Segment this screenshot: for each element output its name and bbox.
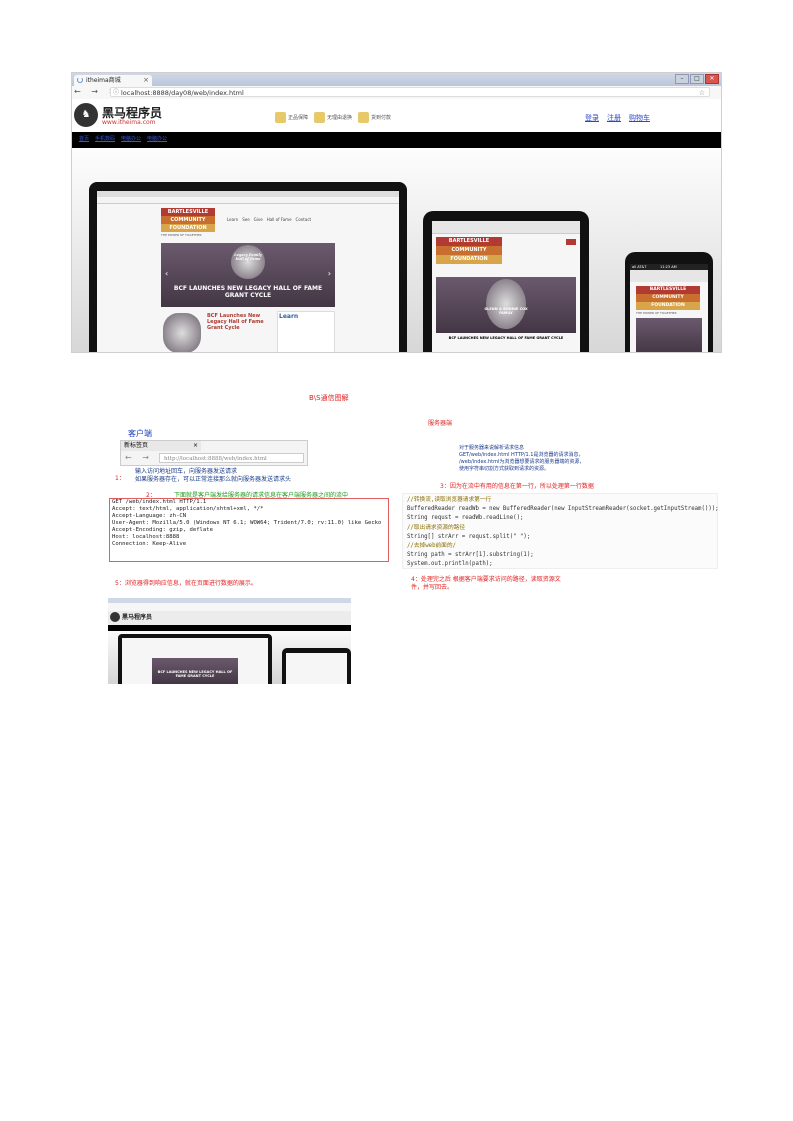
bcf-slider: Legacy Family Hall of Fame ‹ › BCF LAUNC… [161,243,335,307]
minimize-button[interactable]: – [675,74,689,84]
tablet-screen: BARTLESVILLE COMMUNITY FOUNDATION GLENN … [432,221,580,352]
user-links: 登录 注册 购物车 [585,113,650,123]
step3-text: 3：因为在流中有用的信息在第一行，所以处理第一行数据 [440,483,594,490]
menu-item-phones[interactable]: 手机数码 [95,135,115,142]
request-line: GET /web/index.html HTTP/1.1 [112,499,207,505]
cart-link[interactable]: 购物车 [629,113,650,123]
menu-item-office-2[interactable]: 电脑办公 [147,135,167,142]
small-address-bar[interactable]: http://localhost:8888/web/index.html [159,453,304,463]
badge-cod: 货到付款 [358,112,391,123]
login-link[interactable]: 登录 [585,113,599,123]
maximize-button[interactable]: □ [690,74,704,84]
request-line: Accept-Language: zh-CN [112,513,187,519]
grid-icon [358,112,370,123]
server-label: 服务器端 [428,420,453,427]
browser-screenshot-top: itheima商城 × – □ ✕ ← → ✕ ⓘ localhost:8888… [71,72,722,353]
hero-devices-image: BARTLESVILLE COMMUNITY FOUNDATION THE PO… [72,148,721,352]
browser-tab[interactable]: itheima商城 × [74,75,152,86]
server-code-box: //转换流,读取浏览器请求第一行 BufferedReader readWb =… [402,493,719,569]
code-line: BufferedReader readWb = new BufferedRead… [407,506,719,513]
step1-text: 输入访问地址回车，向服务器发送请求 如果服务器存在，可以正常连接那么就向服务器发… [135,468,292,483]
server-note: 对于服务器来说解析请求信息 GET/web/index.html HTTP/1.… [459,445,585,472]
service-badges: 正品保障 无理由退换 货到付款 [275,112,391,123]
award-image [163,313,201,352]
menu-item-office[interactable]: 电脑办公 [121,135,141,142]
web-page: ♞ 黑马程序员 www.itheima.com 正品保障 无理由退换 货到付款 … [72,99,721,352]
horse-logo-icon: ♞ [74,103,98,127]
register-link[interactable]: 注册 [607,113,621,123]
laptop-device: BARTLESVILLE COMMUNITY FOUNDATION THE PO… [89,182,407,352]
bcf-logo: BARTLESVILLE COMMUNITY FOUNDATION [161,208,215,232]
bcf-logo-phone: BARTLESVILLE COMMUNITY FOUNDATION [636,286,700,310]
shield-icon [314,112,326,123]
client-label: 客户端 [128,429,152,438]
slider-next-icon[interactable]: › [328,269,331,278]
loading-icon [77,77,83,83]
bookmark-star-icon[interactable]: ☆ [699,88,705,98]
window-controls: – □ ✕ [675,74,719,84]
request-header-box: GET /web/index.html HTTP/1.1 Accept: tex… [109,498,389,562]
code-line: String[] strArr = requst.split(" "); [407,533,531,540]
info-icon[interactable]: ⓘ [113,88,119,98]
menu-item-home[interactable]: 首页 [79,135,89,142]
request-line: User-Agent: Mozilla/5.0 (Windows NT 6.1;… [112,520,382,526]
tablet-device: BARTLESVILLE COMMUNITY FOUNDATION GLENN … [423,211,589,352]
address-bar[interactable]: ⓘ localhost:8888/day08/web/index.html ☆ [110,87,710,97]
request-line: Accept-Encoding: gzip, deflate [112,527,214,533]
badge-return: 无理由退换 [314,112,352,123]
laptop-screen: BARTLESVILLE COMMUNITY FOUNDATION THE PO… [97,191,399,352]
small-browser-screenshot: 新标签页 × ← → C http://localhost:8888/web/i… [120,440,308,466]
step1-number: 1： [115,475,125,482]
request-line: Connection: Keep-Alive [112,541,187,547]
phone-device: all AT&T 11:23 AM BARTLESVILLE COMMUNITY… [625,252,713,352]
diagram-title: B\S通信图解 [309,394,349,402]
tab-close-icon[interactable]: × [193,441,198,451]
tablet-slider: GLENN & BONNIE COX FAMILY [436,277,576,333]
code-line: System.out.println(path); [407,561,493,568]
result-page-screenshot: 黑马程序员 BCF LAUNCHES NEW LEGACY HALL OF FA… [108,598,351,684]
small-browser-tab[interactable]: 新标签页 × [121,441,201,451]
tab-bar: itheima商城 × – □ ✕ [72,73,721,86]
request-line: Accept: text/html, application/xhtml+xml… [112,506,264,512]
code-comment: //取出请求资源的路径 [407,524,466,531]
code-comment: //去掉web前面的/ [407,543,456,550]
code-line: String requst = readWb.readLine(); [407,515,524,522]
bcf-logo-tablet: BARTLESVILLE COMMUNITY FOUNDATION [436,237,502,265]
tab-close-icon[interactable]: × [143,75,149,86]
code-comment: //转换流,读取浏览器请求第一行 [407,497,492,503]
slider-prev-icon[interactable]: ‹ [165,269,168,278]
request-line: Host: localhost:8888 [112,534,180,540]
logo-sub: www.itheima.com [102,119,156,126]
step5-text: 5：浏览器得到响应信息，就在页面进行数据的展示。 [115,580,257,587]
url-text: localhost:8888/day08/web/index.html [121,89,244,97]
tab-title: itheima商城 [86,77,121,84]
code-line: String path = strArr[1].substring(1); [407,552,534,559]
menu-bar: 首页 手机数码 电脑办公 电脑办公 [72,132,721,148]
phone-screen: all AT&T 11:23 AM BARTLESVILLE COMMUNITY… [630,264,708,352]
badge-genuine: 正品保障 [275,112,308,123]
shield-icon [275,112,286,123]
step4-text: 4：处理完之后 根据客户端要求访问的路径，读取资源文 件，并写回去。 [411,576,561,591]
horse-logo-icon [110,612,120,622]
bcf-nav: Learn See Give Hall of Fame Contact [227,217,312,222]
close-window-button[interactable]: ✕ [705,74,719,84]
address-bar-row: ← → ✕ ⓘ localhost:8888/day08/web/index.h… [72,86,721,100]
